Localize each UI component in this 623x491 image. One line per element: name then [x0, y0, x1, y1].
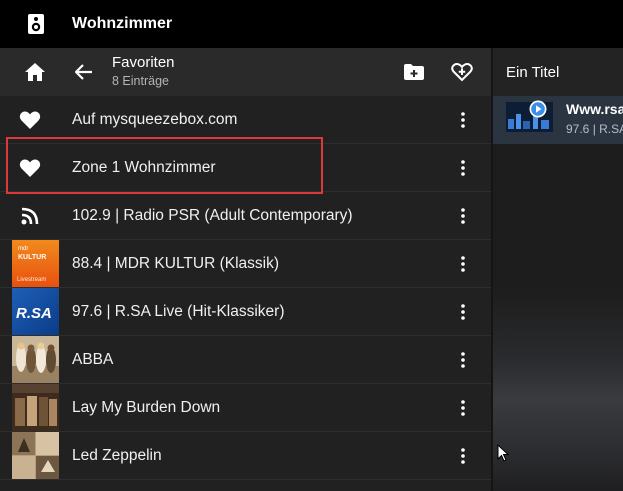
- add-favorite-button[interactable]: [444, 54, 480, 90]
- list-item-label: 88.4 | MDR KULTUR (Klassik): [72, 254, 279, 272]
- dots-vertical-icon: [461, 400, 465, 416]
- add-folder-button[interactable]: [396, 54, 432, 90]
- queue-item-subtitle: 97.6 | R.SA: [566, 122, 623, 136]
- list-item[interactable]: R.SA 97.6 | R.SA Live (Hit-Klassiker): [0, 288, 491, 336]
- list-item-label: Led Zeppelin: [72, 446, 162, 464]
- dots-vertical-icon: [461, 256, 465, 272]
- list-item-label: Lay My Burden Down: [72, 398, 221, 416]
- speaker-icon[interactable]: [0, 13, 72, 35]
- abba-thumbnail: [12, 336, 59, 383]
- page-title: Favoriten: [112, 54, 175, 71]
- queue-header: Ein Titel: [493, 48, 623, 96]
- rss-icon: [0, 192, 60, 239]
- list-item[interactable]: Zone 1 Wohnzimmer: [0, 144, 491, 192]
- queue-item[interactable]: Www.rsa 97.6 | R.SA: [493, 96, 623, 144]
- list-item[interactable]: mdr KULTUR Livestream 88.4 | MDR KULTUR …: [0, 240, 491, 288]
- browse-toolbar: Favoriten 8 Einträge: [0, 48, 491, 96]
- list-item-label: Auf mysqueezebox.com: [72, 110, 238, 128]
- more-options-button[interactable]: [448, 438, 478, 474]
- more-options-button[interactable]: [448, 102, 478, 138]
- folder-plus-icon: [404, 64, 424, 80]
- player-name[interactable]: Wohnzimmer: [72, 15, 172, 33]
- list-item-label: Zone 1 Wohnzimmer: [72, 158, 216, 176]
- back-button[interactable]: [66, 54, 102, 90]
- list-item[interactable]: Auf mysqueezebox.com: [0, 96, 491, 144]
- dots-vertical-icon: [461, 352, 465, 368]
- list-item-label: 102.9 | Radio PSR (Adult Contemporary): [72, 206, 353, 224]
- dots-vertical-icon: [461, 208, 465, 224]
- list-item[interactable]: Lay My Burden Down: [0, 384, 491, 432]
- play-icon[interactable]: [529, 100, 547, 118]
- more-options-button[interactable]: [448, 342, 478, 378]
- more-options-button[interactable]: [448, 294, 478, 330]
- led-zeppelin-thumbnail: [12, 432, 59, 479]
- browse-pane: Favoriten 8 Einträge Auf mysqueezebox.co…: [0, 48, 491, 491]
- svg-text:Livestream: Livestream: [17, 277, 46, 283]
- dots-vertical-icon: [461, 304, 465, 320]
- heart-plus-icon: [451, 63, 473, 82]
- item-count: 8 Einträge: [112, 74, 169, 88]
- app-bar: Wohnzimmer: [0, 0, 623, 48]
- svg-text:R.SA: R.SA: [16, 305, 52, 322]
- mdr-kultur-thumbnail: mdr KULTUR Livestream: [12, 240, 59, 287]
- background-artwork: [493, 288, 623, 491]
- more-options-button[interactable]: [448, 390, 478, 426]
- home-button[interactable]: [17, 54, 53, 90]
- queue-item-title: Www.rsa: [566, 101, 623, 117]
- queue-pane: Ein Titel Www.rsa 97.6 | R.SA: [493, 48, 623, 491]
- favorites-list: Auf mysqueezebox.com Zone 1 Wohnzimmer 1…: [0, 96, 491, 480]
- dots-vertical-icon: [461, 112, 465, 128]
- list-item[interactable]: 102.9 | Radio PSR (Adult Contemporary): [0, 192, 491, 240]
- dots-vertical-icon: [461, 448, 465, 464]
- dots-vertical-icon: [461, 160, 465, 176]
- heart-icon: [0, 96, 60, 143]
- list-item-label: ABBA: [72, 350, 114, 368]
- heart-icon: [0, 144, 60, 191]
- album-cover-thumbnail: [12, 384, 59, 431]
- more-options-button[interactable]: [448, 246, 478, 282]
- home-icon: [25, 63, 45, 81]
- arrow-left-icon: [75, 64, 92, 80]
- breadcrumb: Favoriten 8 Einträge: [112, 53, 175, 90]
- svg-text:mdr: mdr: [18, 246, 28, 252]
- list-item[interactable]: Led Zeppelin: [0, 432, 491, 480]
- svg-text:KULTUR: KULTUR: [18, 254, 46, 261]
- list-item[interactable]: ABBA: [0, 336, 491, 384]
- mouse-cursor-icon: [497, 443, 510, 467]
- more-options-button[interactable]: [448, 150, 478, 186]
- more-options-button[interactable]: [448, 198, 478, 234]
- rsa-thumbnail: R.SA: [12, 288, 59, 335]
- list-item-label: 97.6 | R.SA Live (Hit-Klassiker): [72, 302, 285, 320]
